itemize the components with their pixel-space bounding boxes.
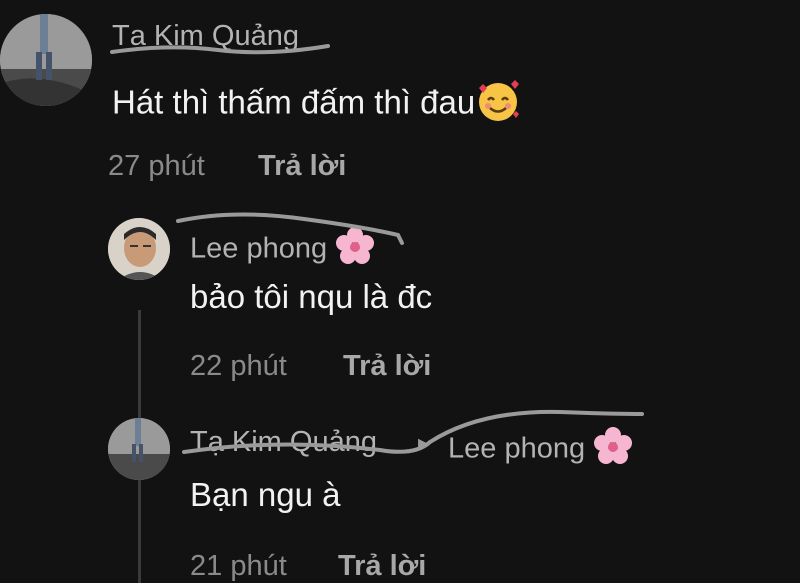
comment-text: bảo tôi nqu là đc (190, 278, 433, 315)
reply-button[interactable]: Trả lời (343, 350, 431, 383)
reply-button[interactable]: Trả lời (258, 150, 346, 183)
comment-author[interactable]: Tạ Kim Quảng (190, 426, 377, 459)
reply-arrow-icon: ▸ (418, 430, 430, 455)
comment-author[interactable]: Tạ Kim Quảng (112, 20, 299, 53)
avatar-ta-kim-quang[interactable] (108, 418, 170, 480)
comment-time: 22 phút (190, 350, 287, 382)
avatar-lee-phong[interactable] (108, 218, 170, 280)
comment-text: Hát thì thấm đấm thì đau (112, 78, 521, 132)
comment-time: 21 phút (190, 550, 287, 582)
smiling-face-with-hearts-icon (475, 78, 521, 132)
reply-button[interactable]: Trả lời (338, 550, 426, 583)
cherry-blossom-icon (335, 226, 375, 274)
reply-to-author[interactable]: Lee phong (448, 426, 633, 474)
comment-author[interactable]: Lee phong (190, 226, 375, 274)
cherry-blossom-icon (593, 426, 633, 474)
comment-text: Bạn ngu à (190, 476, 341, 513)
comment-time: 27 phút (108, 150, 205, 182)
avatar-ta-kim-quang[interactable] (0, 14, 92, 106)
